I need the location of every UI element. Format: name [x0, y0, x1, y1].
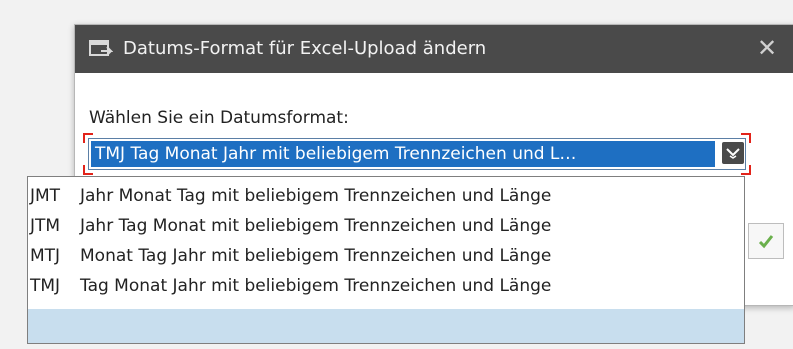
date-format-prompt: Wählen Sie ein Datumsformat:: [89, 108, 349, 128]
ok-button[interactable]: [748, 223, 784, 259]
close-button[interactable]: ✕: [752, 33, 782, 63]
chevron-down-icon: [726, 148, 740, 159]
list-item[interactable]: TMJ Tag Monat Jahr mit beliebigem Trennze…: [28, 271, 744, 301]
combobox-selected-value[interactable]: TMJ Tag Monat Jahr mit beliebigem Trennz…: [91, 141, 715, 167]
list-item[interactable]: JMT Jahr Monat Tag mit beliebigem Trennze…: [28, 181, 744, 211]
dialog-title: Datums-Format für Excel-Upload ändern: [123, 38, 487, 59]
date-format-listbox[interactable]: JMT Jahr Monat Tag mit beliebigem Trennze…: [27, 176, 745, 344]
list-item-empty-highlighted[interactable]: [28, 309, 744, 343]
list-item-label: Tag Monat Jahr mit beliebigem Trennzeich…: [80, 276, 552, 296]
list-item-label: Jahr Tag Monat mit beliebigem Trennzeich…: [80, 216, 552, 236]
focus-frame: TMJ Tag Monat Jahr mit beliebigem Trennz…: [83, 133, 751, 175]
date-format-combobox[interactable]: TMJ Tag Monat Jahr mit beliebigem Trennz…: [88, 138, 746, 170]
dropdown-toggle-button[interactable]: [722, 142, 744, 164]
list-item-label: Monat Tag Jahr mit beliebigem Trennzeich…: [80, 246, 552, 266]
list-item-code: MTJ: [30, 246, 61, 266]
list-item[interactable]: MTJ Monat Tag Jahr mit beliebigem Trennze…: [28, 241, 744, 271]
dialog-window-icon: [89, 39, 114, 59]
list-item-label: Jahr Monat Tag mit beliebigem Trennzeich…: [80, 186, 552, 206]
list-item-code: JTM: [30, 216, 61, 236]
list-item-code: TMJ: [30, 276, 61, 296]
list-item-code: JMT: [30, 186, 61, 206]
checkmark-icon: [758, 235, 774, 249]
dialog-titlebar[interactable]: Datums-Format für Excel-Upload ändern ✕: [75, 25, 793, 73]
list-item[interactable]: JTM Jahr Tag Monat mit beliebigem Trennze…: [28, 211, 744, 241]
